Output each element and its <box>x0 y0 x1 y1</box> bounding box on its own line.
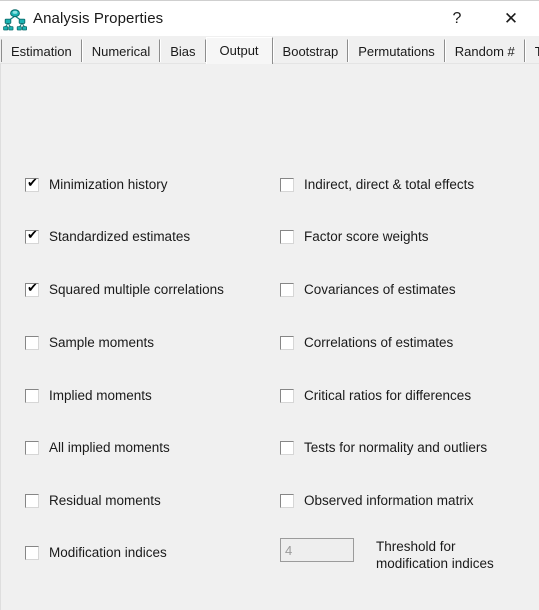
checkbox-row-critical-ratios-for-differences[interactable]: Critical ratios for differences <box>280 388 471 403</box>
checkbox-row-minimization-history[interactable]: ✔ Minimization history <box>25 177 168 192</box>
checkbox-row-observed-information-matrix[interactable]: Observed information matrix <box>280 493 474 508</box>
tab-permutations[interactable]: Permutations <box>348 39 445 62</box>
check-mark-icon: ✔ <box>27 228 38 243</box>
checkbox-minimization-history[interactable]: ✔ <box>25 176 39 192</box>
checkbox-all-implied-moments[interactable] <box>25 441 39 455</box>
checkbox-row-factor-score-weights[interactable]: Factor score weights <box>280 229 429 244</box>
checkbox-row-residual-moments[interactable]: Residual moments <box>25 493 161 508</box>
window-title: Analysis Properties <box>33 10 164 27</box>
checkbox-row-sample-moments[interactable]: Sample moments <box>25 335 154 350</box>
tab-strip: Estimation Numerical Bias Output Bootstr… <box>0 36 539 64</box>
checkbox-row-modification-indices[interactable]: Modification indices <box>25 545 167 560</box>
checkbox-label-critical-ratios-for-differences: Critical ratios for differences <box>304 388 472 403</box>
checkbox-implied-moments[interactable] <box>25 389 39 403</box>
checkbox-critical-ratios-for-differences[interactable] <box>280 389 294 403</box>
checkbox-label-implied-moments: Implied moments <box>49 388 152 403</box>
checkbox-label-tests-for-normality-and-outliers: Tests for normality and outliers <box>304 440 488 455</box>
checkbox-indirect-direct-total-effects[interactable] <box>280 178 294 192</box>
checkbox-row-indirect-direct-total-effects[interactable]: Indirect, direct & total effects <box>280 177 474 192</box>
tab-estimation[interactable]: Estimation <box>1 39 82 62</box>
checkbox-covariances-of-estimates[interactable] <box>280 283 294 297</box>
checkbox-label-correlations-of-estimates: Correlations of estimates <box>304 335 454 350</box>
checkbox-observed-information-matrix[interactable] <box>280 494 294 508</box>
close-button[interactable]: ✕ <box>483 1 539 36</box>
threshold-input[interactable] <box>280 538 354 562</box>
threshold-group: Threshold for modification indices <box>280 538 494 572</box>
threshold-label: Threshold for modification indices <box>376 539 494 571</box>
path-diagram-icon <box>3 8 27 30</box>
checkbox-label-covariances-of-estimates: Covariances of estimates <box>304 282 456 297</box>
checkbox-label-standardized-estimates: Standardized estimates <box>49 229 191 244</box>
checkbox-factor-score-weights[interactable] <box>280 230 294 244</box>
checkbox-standardized-estimates[interactable]: ✔ <box>25 228 39 244</box>
titlebar: Analysis Properties ? ✕ <box>0 1 539 36</box>
check-mark-icon: ✔ <box>27 176 38 191</box>
checkbox-label-indirect-direct-total-effects: Indirect, direct & total effects <box>304 177 475 192</box>
analysis-properties-dialog: Analysis Properties ? ✕ Estimation Numer… <box>0 0 539 610</box>
checkbox-row-squared-multiple-correlations[interactable]: ✔ Squared multiple correlations <box>25 282 224 297</box>
checkbox-row-all-implied-moments[interactable]: All implied moments <box>25 440 170 455</box>
checkbox-label-all-implied-moments: All implied moments <box>49 440 170 455</box>
checkbox-label-minimization-history: Minimization history <box>49 177 168 192</box>
tab-output[interactable]: Output <box>205 37 273 64</box>
checkbox-modification-indices[interactable] <box>25 546 39 560</box>
checkbox-correlations-of-estimates[interactable] <box>280 336 294 350</box>
checkbox-row-standardized-estimates[interactable]: ✔ Standardized estimates <box>25 229 190 244</box>
checkbox-label-residual-moments: Residual moments <box>49 493 161 508</box>
checkbox-label-factor-score-weights: Factor score weights <box>304 229 429 244</box>
tab-bootstrap[interactable]: Bootstrap <box>272 39 349 62</box>
output-tab-panel: ✔ Minimization history ✔ Standardized es… <box>0 63 539 610</box>
checkbox-squared-multiple-correlations[interactable]: ✔ <box>25 281 39 297</box>
checkbox-label-observed-information-matrix: Observed information matrix <box>304 493 474 508</box>
tab-bias[interactable]: Bias <box>160 39 206 62</box>
help-button[interactable]: ? <box>431 1 483 36</box>
tab-title[interactable]: Title <box>524 39 539 62</box>
tab-numerical[interactable]: Numerical <box>81 39 161 62</box>
checkbox-row-implied-moments[interactable]: Implied moments <box>25 388 152 403</box>
checkbox-sample-moments[interactable] <box>25 336 39 350</box>
checkbox-tests-for-normality-and-outliers[interactable] <box>280 441 294 455</box>
checkbox-label-sample-moments: Sample moments <box>49 335 155 350</box>
check-mark-icon: ✔ <box>27 281 38 296</box>
checkbox-label-modification-indices: Modification indices <box>49 545 167 560</box>
checkbox-row-tests-for-normality-and-outliers[interactable]: Tests for normality and outliers <box>280 440 487 455</box>
checkbox-row-correlations-of-estimates[interactable]: Correlations of estimates <box>280 335 453 350</box>
checkbox-row-covariances-of-estimates[interactable]: Covariances of estimates <box>280 282 456 297</box>
tab-random-number[interactable]: Random # <box>444 39 525 62</box>
checkbox-residual-moments[interactable] <box>25 494 39 508</box>
checkbox-label-squared-multiple-correlations: Squared multiple correlations <box>49 282 224 297</box>
